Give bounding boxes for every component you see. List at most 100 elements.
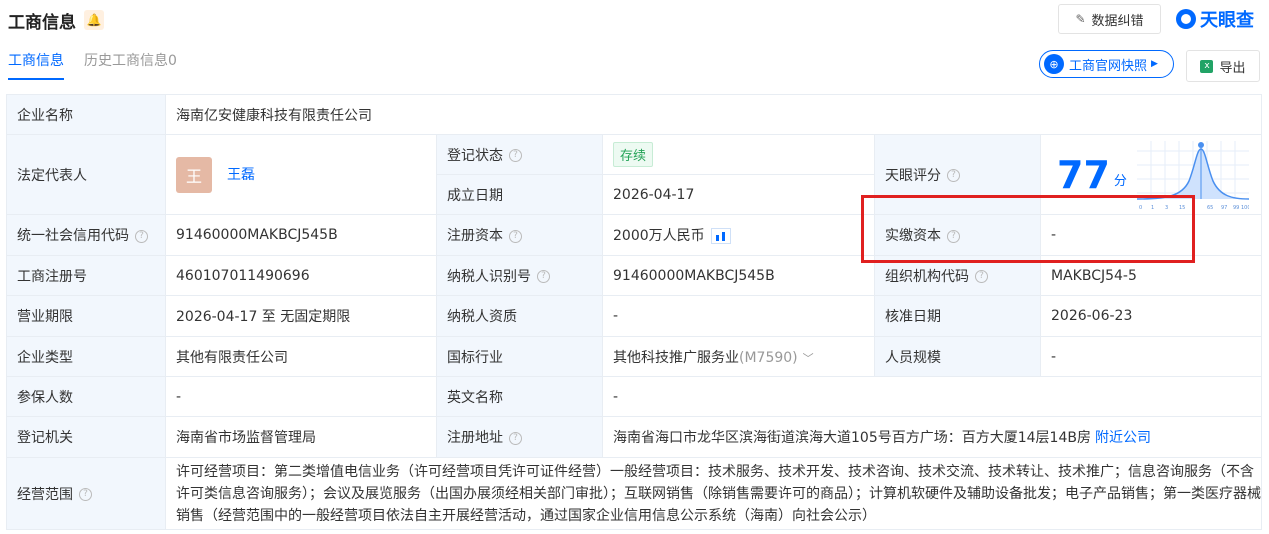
- paid-capital-value: -: [1039, 214, 1263, 256]
- tick-label: 65: [1207, 205, 1213, 211]
- help-icon[interactable]: ?: [947, 229, 960, 243]
- score-unit: 分: [1113, 173, 1127, 189]
- address-value: 海南省海口市龙华区滨海街道滨海大道105号百方广场：百方大厦14层14B房: [613, 430, 1091, 446]
- reg-capital-label: 注册资本: [447, 228, 503, 244]
- help-icon[interactable]: ?: [537, 270, 550, 283]
- export-label: 导出: [1219, 60, 1246, 76]
- paid-capital-label: 实缴资本: [885, 228, 941, 244]
- section-header: 工商信息 🔔: [8, 8, 104, 33]
- scope-value: 许可经营项目：第二类增值电信业务（许可经营项目凭许可证件经营）一般经营项目：技术…: [164, 457, 1263, 530]
- score-cell[interactable]: 77分 0 1 3 15 65 97 99 100: [1039, 134, 1263, 215]
- taxpayer-qual-value: -: [602, 295, 875, 337]
- tick-label: 100: [1241, 205, 1249, 211]
- address-label-cell: 注册地址?: [436, 416, 603, 458]
- en-name-value: -: [601, 376, 1263, 417]
- score-distribution-chart: 0 1 3 15 65 97 99 100: [1137, 141, 1250, 211]
- chart-ticks: 0 1 3 15 65 97 99 100: [1139, 205, 1249, 211]
- bell-icon[interactable]: 🔔: [84, 10, 104, 30]
- status-badge: 存续: [613, 142, 654, 167]
- help-icon[interactable]: ?: [947, 169, 960, 182]
- tick-label: 15: [1179, 205, 1185, 211]
- reg-capital-label-cell: 注册资本?: [436, 214, 603, 256]
- reg-status-label: 登记状态: [447, 147, 503, 164]
- help-icon[interactable]: ?: [975, 270, 988, 283]
- table-row: 经营范围? 许可经营项目：第二类增值电信业务（许可经营项目凭许可证件经营）一般经…: [6, 457, 1263, 530]
- scope-label: 经营范围: [17, 486, 73, 503]
- taxpayer-id-label-cell: 纳税人识别号?: [436, 255, 603, 296]
- table-row: 登记机关 海南省市场监督管理局 注册地址? 海南省海口市龙华区滨海街道滨海大道1…: [6, 416, 1263, 458]
- score-label-cell: 天眼评分?: [874, 134, 1041, 215]
- snapshot-icon: ⊕: [1044, 54, 1064, 74]
- official-snapshot-label: 工商官网快照: [1069, 58, 1148, 74]
- taxpayer-id-label: 纳税人识别号: [447, 268, 531, 285]
- credit-code-label: 统一社会信用代码: [17, 228, 129, 244]
- table-row: 企业名称 海南亿安健康科技有限责任公司: [6, 94, 1263, 135]
- established-value: 2026-04-17: [602, 174, 875, 215]
- paid-capital-label-cell: 实缴资本?: [874, 214, 1041, 256]
- term-label: 营业期限: [6, 295, 166, 337]
- help-icon[interactable]: ?: [135, 229, 148, 243]
- legal-rep-cell: 王王磊: [165, 134, 437, 215]
- reg-no-value: 460107011490696: [165, 255, 437, 296]
- table-row: 参保人数 - 英文名称 -: [6, 376, 1263, 417]
- edit-icon: ✎: [1075, 12, 1086, 26]
- score-marker: [1198, 142, 1205, 148]
- term-value: 2026-04-17 至 无固定期限: [165, 295, 437, 337]
- tick-label: 99: [1233, 205, 1239, 211]
- established-label: 成立日期: [436, 174, 603, 215]
- org-code-label-cell: 组织机构代码?: [874, 255, 1041, 296]
- taxpayer-qual-label: 纳税人资质: [436, 295, 603, 337]
- chevron-down-icon[interactable]: ﹀: [803, 352, 814, 365]
- reg-status-label-cell: 登记状态?: [436, 134, 603, 175]
- table-row: 统一社会信用代码? 91460000MAKBCJ545B 注册资本? 2000万…: [6, 214, 1263, 256]
- industry-label: 国标行业: [436, 336, 603, 377]
- help-icon[interactable]: ?: [509, 229, 522, 243]
- table-row: 法定代表人 王王磊 登记状态? 存续 天眼评分? 77 分 0 1 3 15 6…: [6, 134, 1263, 215]
- data-correction-label: 数据纠错: [1091, 13, 1144, 29]
- info-tabs: 工商信息 历史工商信息0: [8, 50, 197, 82]
- insured-label: 参保人数: [6, 376, 166, 417]
- reg-status-cell: 存续: [602, 134, 875, 175]
- help-icon[interactable]: ?: [79, 488, 92, 501]
- help-icon[interactable]: ?: [509, 431, 522, 445]
- logo-icon: [1176, 9, 1196, 29]
- nearby-companies-link[interactable]: 附近公司: [1095, 430, 1151, 446]
- tab-history-info[interactable]: 历史工商信息0: [84, 50, 177, 78]
- table-row: 营业期限 2026-04-17 至 无固定期限 纳税人资质 - 核准日期 202…: [6, 295, 1263, 337]
- score-label: 天眼评分: [885, 167, 941, 184]
- section-title: 工商信息: [8, 12, 76, 33]
- tick-label: 1: [1151, 205, 1154, 211]
- reg-capital-value: 2000万人民币: [613, 228, 705, 244]
- en-name-label: 英文名称: [436, 376, 603, 417]
- data-correction-button[interactable]: ✎ 数据纠错: [1058, 4, 1161, 34]
- tick-label: 0: [1139, 205, 1142, 211]
- authority-label: 登记机关: [6, 416, 166, 458]
- avatar: 王: [176, 156, 212, 193]
- insured-value: -: [165, 376, 437, 417]
- tianyancha-logo: 天眼查: [1176, 6, 1254, 32]
- type-value: 其他有限责任公司: [165, 336, 437, 377]
- legal-rep-label: 法定代表人: [6, 134, 166, 215]
- industry-cell[interactable]: 其他科技推广服务业(M7590) ﹀: [602, 336, 875, 377]
- scope-label-cell: 经营范围?: [6, 457, 166, 530]
- org-code-label: 组织机构代码: [885, 268, 969, 285]
- industry-code: (M7590): [739, 349, 798, 366]
- staff-size-label: 人员规模: [874, 336, 1041, 377]
- table-row: 工商注册号 460107011490696 纳税人识别号? 91460000MA…: [6, 255, 1263, 296]
- org-code-value: MAKBCJ54-5: [1039, 255, 1263, 296]
- reg-no-label: 工商注册号: [6, 255, 166, 296]
- table-row: 企业类型 其他有限责任公司 国标行业 其他科技推广服务业(M7590) ﹀ 人员规…: [6, 336, 1263, 377]
- credit-code-value: 91460000MAKBCJ545B: [165, 214, 437, 256]
- export-button[interactable]: x 导出: [1186, 50, 1260, 82]
- type-label: 企业类型: [6, 336, 166, 377]
- authority-value: 海南省市场监督管理局: [165, 416, 437, 458]
- score-value: 77: [1057, 152, 1110, 197]
- help-icon[interactable]: ?: [509, 149, 522, 162]
- industry-value: 其他科技推广服务业: [613, 349, 739, 366]
- staff-size-value: -: [1039, 336, 1263, 377]
- legal-rep-link[interactable]: 王磊: [227, 167, 255, 183]
- logo-text: 天眼查: [1200, 10, 1254, 31]
- capital-chart-icon[interactable]: [710, 228, 731, 244]
- tab-business-info[interactable]: 工商信息: [8, 50, 64, 80]
- official-snapshot-button[interactable]: ⊕ 工商官网快照 ▶: [1039, 50, 1174, 78]
